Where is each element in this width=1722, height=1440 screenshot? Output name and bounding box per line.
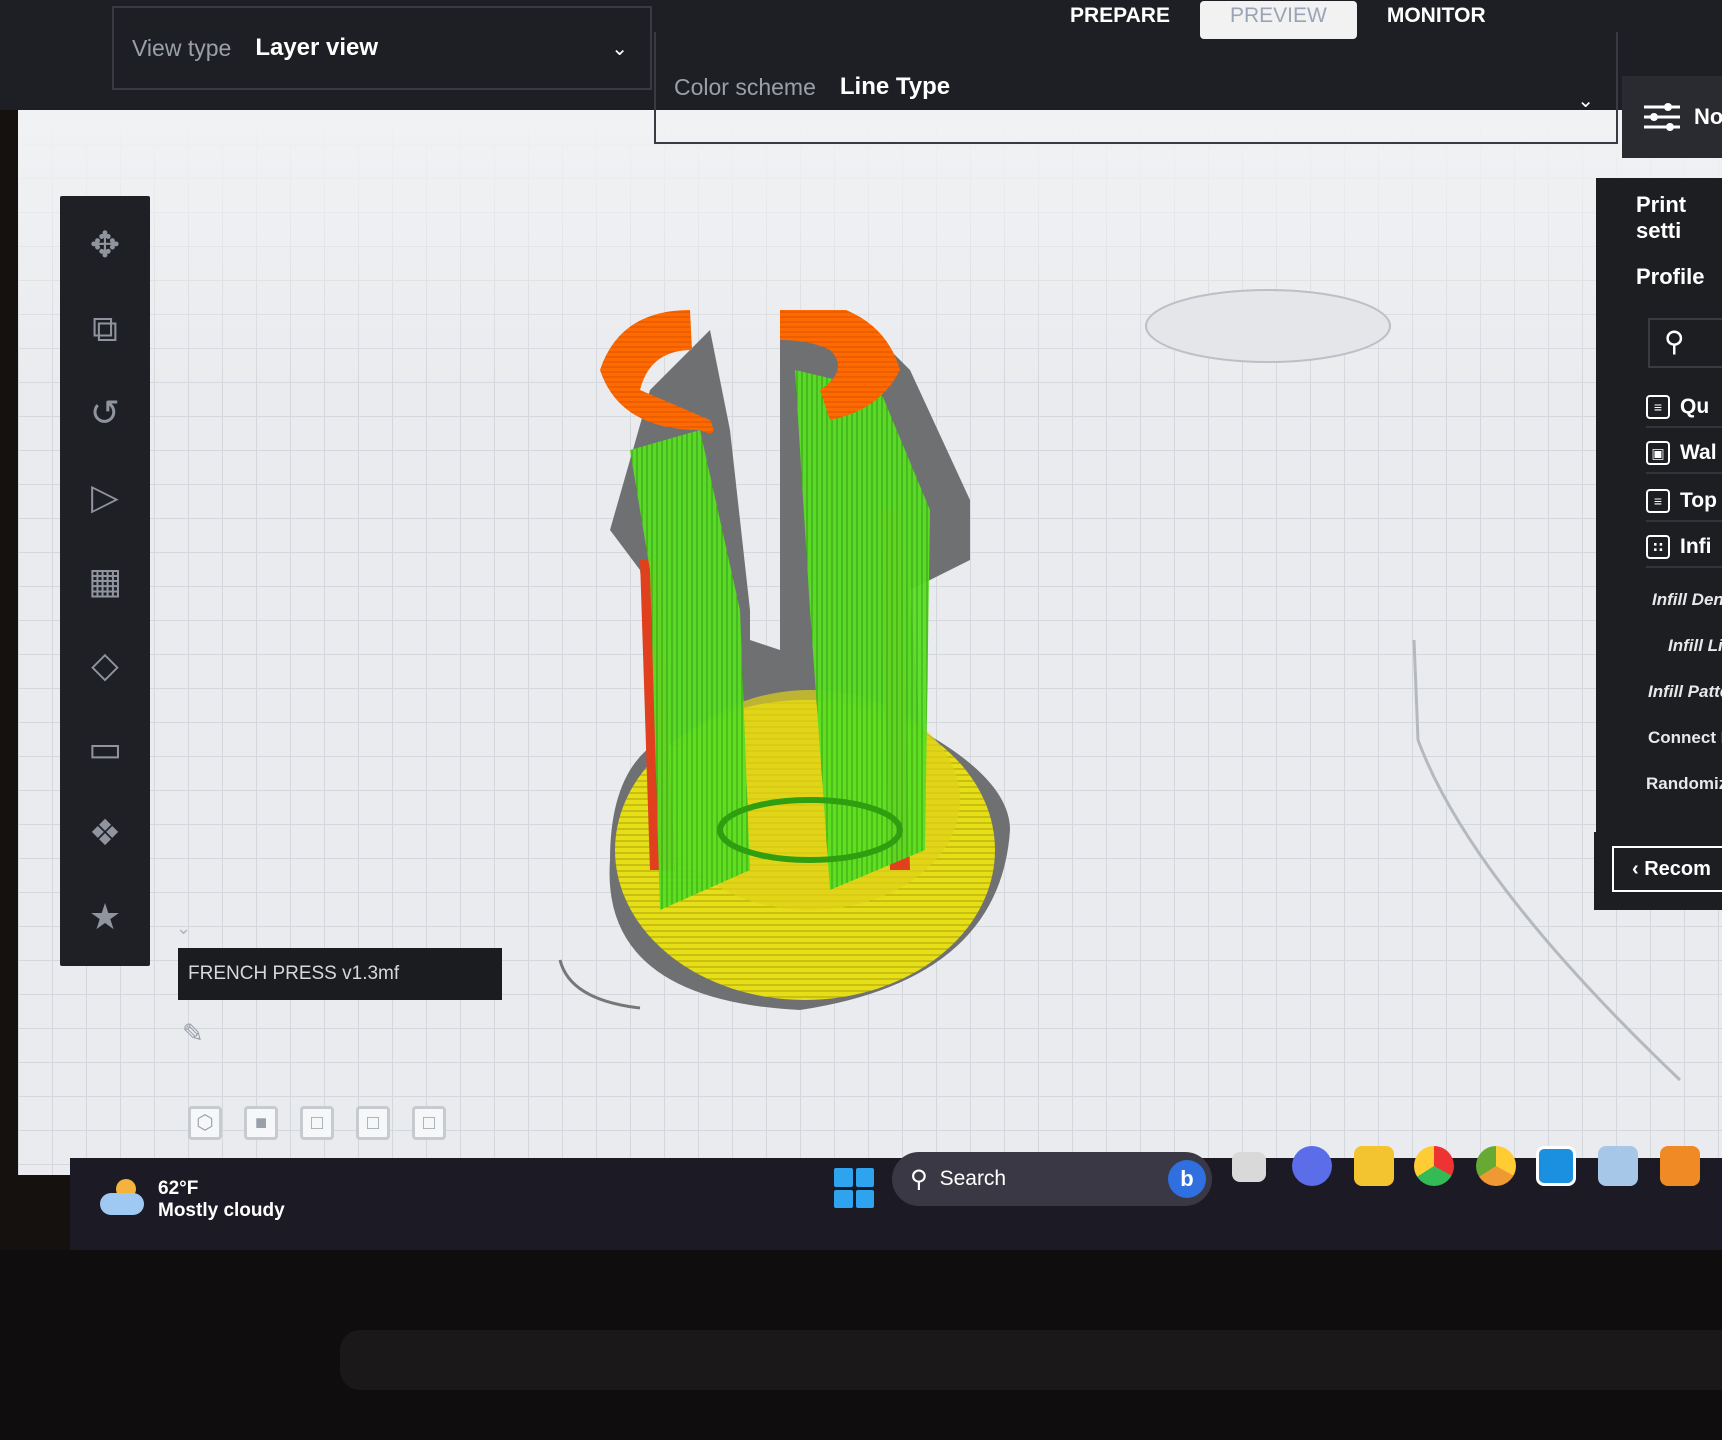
- chrome-canary-icon[interactable]: [1476, 1146, 1516, 1186]
- scale-icon[interactable]: ⧉: [80, 304, 130, 354]
- chevron-down-icon: ⌄: [1577, 90, 1594, 112]
- cloud-icon: [100, 1179, 148, 1215]
- app-icon[interactable]: [1660, 1146, 1700, 1186]
- object-list-item[interactable]: FRENCH PRESS v1.3mf: [178, 948, 502, 1000]
- walls-icon: ▣: [1646, 441, 1670, 465]
- search-icon: ⚲: [1664, 326, 1685, 357]
- mirror-icon[interactable]: ▷: [80, 472, 130, 522]
- setting-infill-pattern[interactable]: Infill Patte: [1648, 682, 1722, 702]
- cura-app-icon[interactable]: [1536, 1146, 1576, 1186]
- 3d-view-icon[interactable]: ⬡: [188, 1106, 222, 1140]
- weather-temp: 62°F: [158, 1178, 199, 1199]
- category-walls[interactable]: ▣ Wal: [1646, 434, 1722, 474]
- category-top-bottom[interactable]: ≡ Top: [1646, 482, 1722, 522]
- per-model-settings-icon[interactable]: ▦: [80, 556, 130, 606]
- settings-search-input[interactable]: ⚲: [1648, 318, 1722, 368]
- chevron-down-icon: ⌄: [611, 38, 628, 60]
- print-settings-label: No: [1694, 104, 1722, 129]
- setting-connect-infill[interactable]: Connect In: [1648, 728, 1722, 748]
- color-scheme-value: Line Type: [839, 73, 951, 100]
- category-quality[interactable]: ≡ Qu: [1646, 388, 1722, 428]
- print-settings-panel: Print setti Profile ⚲ ≡ Qu ▣ Wal ≡ Top ∷ Inf…: [1596, 178, 1722, 910]
- left-view-icon[interactable]: □: [356, 1106, 390, 1140]
- view-type-dropdown[interactable]: View type Layer view ⌄: [112, 6, 652, 90]
- print-settings-button[interactable]: No: [1622, 76, 1722, 158]
- edit-icon[interactable]: ✎: [182, 1018, 204, 1049]
- bing-icon[interactable]: b: [1168, 1160, 1206, 1198]
- star-icon[interactable]: ★: [80, 892, 130, 942]
- right-view-icon[interactable]: □: [412, 1106, 446, 1140]
- sliced-model-french-press[interactable]: [580, 310, 1120, 1110]
- taskbar-search-label: Search: [939, 1167, 1007, 1190]
- move-icon[interactable]: ✥: [80, 220, 130, 270]
- support-blocker-icon[interactable]: ◇: [80, 640, 130, 690]
- setting-randomize[interactable]: Randomize: [1646, 774, 1722, 794]
- file-explorer-icon[interactable]: [1354, 1146, 1394, 1186]
- sliders-icon: [1644, 103, 1680, 131]
- setting-infill-line[interactable]: Infill Lir: [1668, 636, 1722, 656]
- top-header: PREPARE PREVIEW MONITOR View type Layer …: [0, 0, 1722, 144]
- weather-desc: Mostly cloudy: [158, 1200, 285, 1221]
- infill-icon: ∷: [1646, 535, 1670, 559]
- profile-label: Profile: [1636, 264, 1705, 289]
- measure-icon[interactable]: ▭: [80, 724, 130, 774]
- recommended-button[interactable]: ‹ Recom: [1612, 846, 1722, 892]
- setting-infill-density[interactable]: Infill Dens: [1652, 590, 1722, 610]
- weather-widget[interactable]: 62°F Mostly cloudy: [100, 1178, 285, 1222]
- rotate-icon[interactable]: ↺: [80, 388, 130, 438]
- search-icon: ⚲: [910, 1165, 928, 1193]
- store-icon[interactable]: [1598, 1146, 1638, 1186]
- top-bottom-icon: ≡: [1646, 489, 1670, 513]
- chrome-icon[interactable]: [1414, 1146, 1454, 1186]
- view-type-label: View type: [132, 34, 232, 61]
- paint-icon[interactable]: ❖: [80, 808, 130, 858]
- camera-view-buttons: ⬡ ■ □ □ □: [188, 1106, 446, 1140]
- color-scheme-label: Color scheme: [674, 73, 816, 100]
- left-toolbar: ✥ ⧉ ↺ ▷ ▦ ◇ ▭ ❖ ★: [60, 196, 150, 966]
- task-view-icon[interactable]: [1232, 1152, 1266, 1182]
- collapse-icon[interactable]: ⌄: [176, 918, 191, 939]
- screen: PREPARE PREVIEW MONITOR View type Layer …: [0, 0, 1722, 1250]
- taskbar-search[interactable]: ⚲ Search b: [892, 1152, 1212, 1206]
- category-infill[interactable]: ∷ Infi: [1646, 528, 1722, 568]
- view-type-value: Layer view: [255, 34, 379, 61]
- quality-icon: ≡: [1646, 395, 1670, 419]
- front-view-icon[interactable]: ■: [244, 1106, 278, 1140]
- top-view-icon[interactable]: □: [300, 1106, 334, 1140]
- laptop-hinge: [340, 1330, 1722, 1390]
- windows-start-icon[interactable]: [834, 1168, 874, 1208]
- color-scheme-dropdown[interactable]: Color scheme Line Type ⌄: [654, 32, 1618, 144]
- panel-title: Print setti: [1636, 192, 1687, 243]
- meet-icon[interactable]: [1292, 1146, 1332, 1186]
